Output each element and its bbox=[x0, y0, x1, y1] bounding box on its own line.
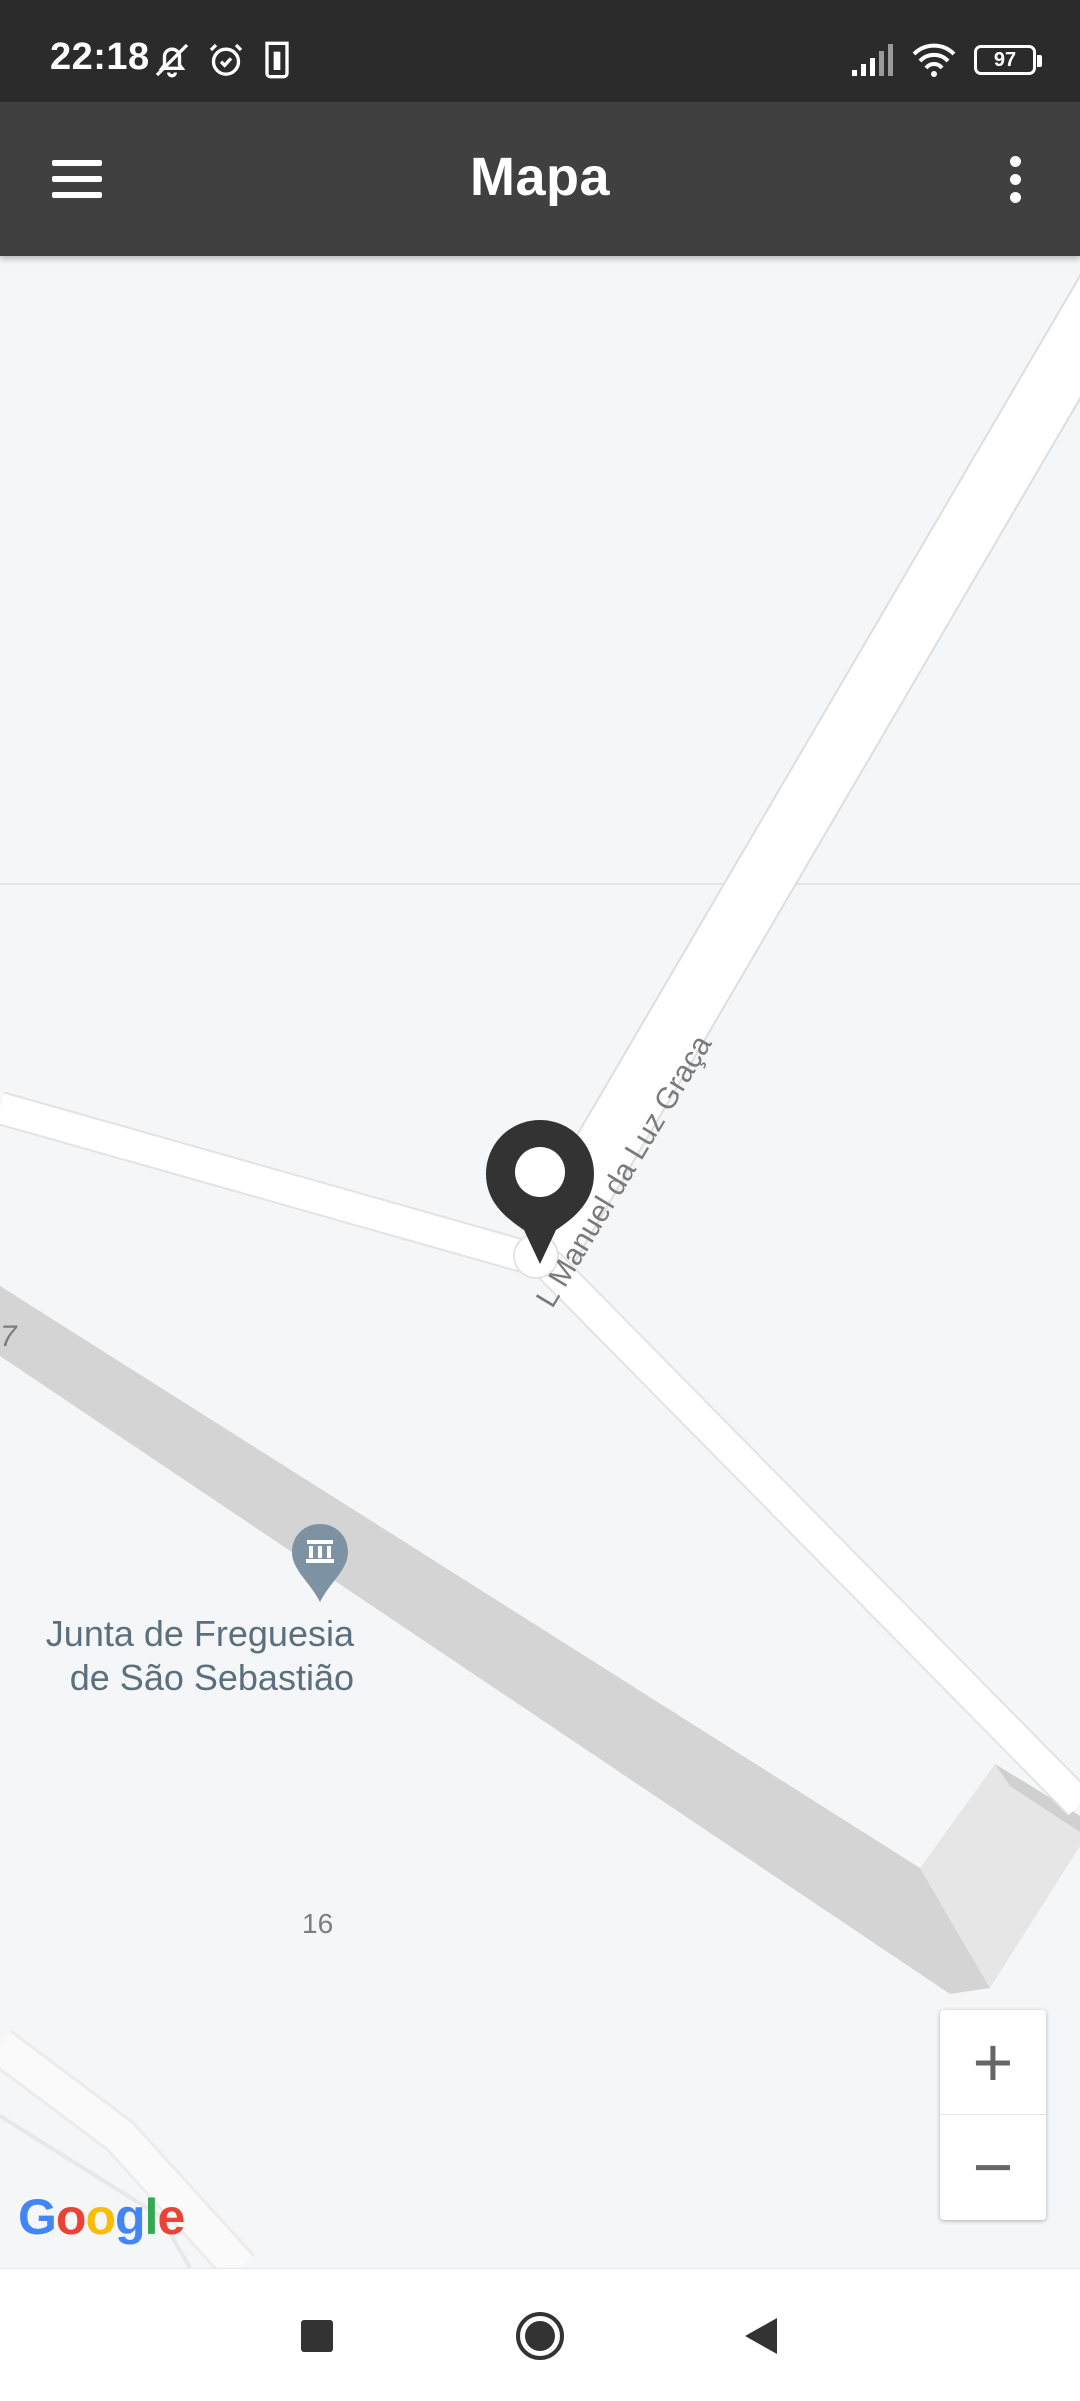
bell-off-icon bbox=[155, 43, 189, 78]
road-number: 7 bbox=[0, 1320, 17, 1353]
alarm-icon bbox=[209, 43, 243, 76]
poi-label[interactable]: Junta de Freguesia de São Sebastião bbox=[22, 1612, 354, 1700]
map-view[interactable]: L Manuel da Luz Graça 7 Junta de Fregues… bbox=[0, 256, 1080, 2268]
zoom-out-button[interactable]: − bbox=[940, 2115, 1046, 2219]
more-vert-icon[interactable] bbox=[990, 146, 1040, 212]
house-number: 16 bbox=[302, 1908, 334, 1939]
battery-icon: 97 bbox=[974, 45, 1042, 75]
square-recents-icon[interactable] bbox=[272, 2291, 362, 2381]
status-icons-left bbox=[152, 40, 294, 80]
zoom-in-icon: + bbox=[972, 2023, 1014, 2101]
government-building-icon[interactable] bbox=[290, 1522, 350, 1604]
google-logo: Google bbox=[18, 2189, 185, 2245]
zoom-out-icon: − bbox=[972, 2128, 1014, 2206]
app-bar: Mapa bbox=[0, 102, 1080, 256]
wifi-icon bbox=[912, 43, 956, 77]
poi-label-line1: Junta de Freguesia bbox=[45, 1613, 354, 1654]
battery-level: 97 bbox=[993, 48, 1017, 71]
system-nav-bar bbox=[0, 2268, 1080, 2401]
zoom-in-button[interactable]: + bbox=[940, 2010, 1046, 2115]
triangle-back-icon[interactable] bbox=[716, 2291, 806, 2381]
status-icons-right: 97 bbox=[850, 40, 1042, 80]
signal-icon bbox=[852, 44, 893, 76]
poi-label-line2: de São Sebastião bbox=[69, 1657, 354, 1698]
page-title: Mapa bbox=[469, 147, 611, 207]
sim-card-icon bbox=[265, 41, 289, 79]
location-pin-icon[interactable] bbox=[484, 1118, 596, 1270]
circle-home-icon[interactable] bbox=[495, 2291, 585, 2381]
status-bar: 22:18 97 bbox=[0, 0, 1080, 102]
status-time: 22:18 bbox=[50, 36, 150, 78]
zoom-controls: + − bbox=[940, 2010, 1046, 2220]
